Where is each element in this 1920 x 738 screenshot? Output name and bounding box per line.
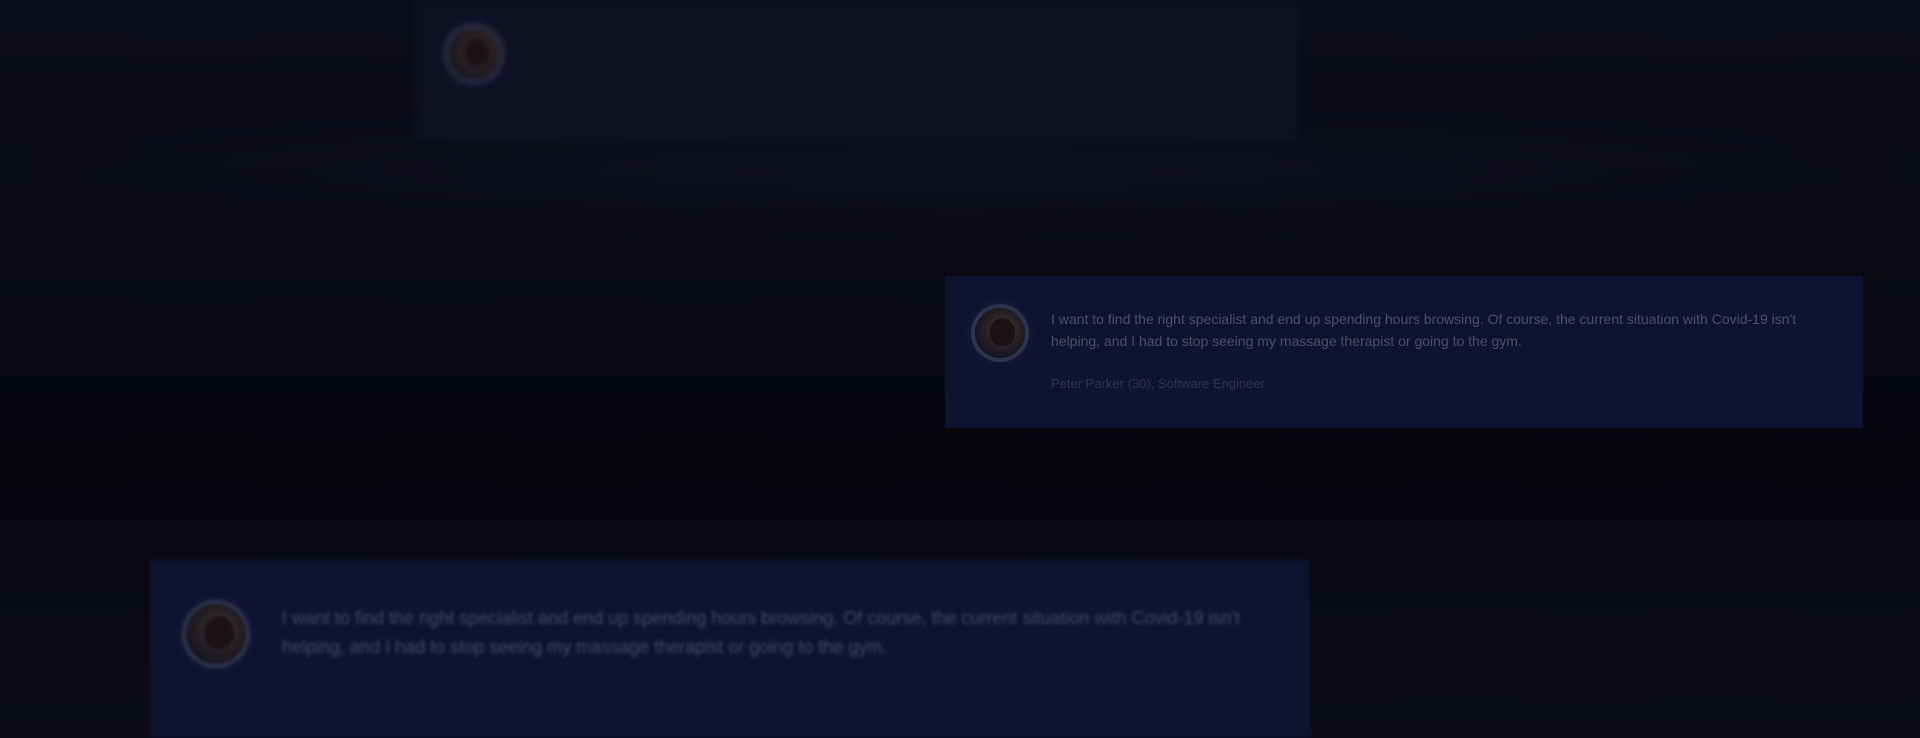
avatar [186, 604, 246, 664]
testimonial-card-top [415, 0, 1300, 140]
background-glow [0, 130, 1920, 210]
testimonial-card-right: I want to find the right specialist and … [945, 276, 1863, 428]
testimonial-quote: I want to find the right specialist and … [282, 608, 1240, 657]
avatar [975, 308, 1025, 358]
testimonial-card-bottom: I want to find the right specialist and … [150, 560, 1310, 738]
testimonial-author: Peter Parker (30), Software Engineer [1051, 376, 1265, 391]
testimonial-quote: I want to find the right specialist and … [1051, 311, 1797, 350]
avatar [448, 28, 500, 80]
